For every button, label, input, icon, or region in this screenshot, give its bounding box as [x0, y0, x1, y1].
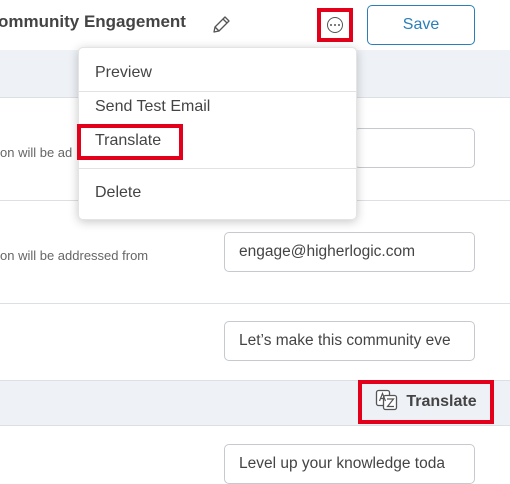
translate-button[interactable]: Translate: [358, 380, 494, 424]
from-email-helper-text: on will be addressed from: [0, 248, 149, 263]
from-name-field[interactable]: [354, 128, 475, 168]
from-email-field[interactable]: engage@higherlogic.com: [224, 232, 475, 272]
from-name-helper-text: on will be ad: [0, 145, 73, 160]
more-options-button[interactable]: [317, 8, 353, 42]
subject-field[interactable]: Let’s make this community eve: [224, 321, 475, 361]
save-button[interactable]: Save: [367, 5, 475, 45]
menu-divider: [79, 91, 356, 92]
menu-divider: [79, 168, 356, 169]
more-options-menu: Preview Send Test Email Translate Delete: [77, 47, 357, 220]
translate-icon: [375, 389, 399, 416]
preview-text-field[interactable]: Level up your knowledge toda: [224, 444, 475, 484]
more-options-icon: [327, 17, 343, 33]
menu-item-delete[interactable]: Delete: [95, 184, 141, 202]
menu-item-send-test-email[interactable]: Send Test Email: [95, 98, 210, 116]
pencil-icon[interactable]: [210, 14, 232, 36]
menu-item-preview[interactable]: Preview: [95, 64, 152, 82]
divider: [0, 425, 510, 426]
translate-button-label: Translate: [406, 393, 477, 410]
translate-item-highlight: [77, 124, 183, 160]
page-title: ommunity Engagement: [0, 12, 186, 31]
divider: [0, 303, 510, 304]
